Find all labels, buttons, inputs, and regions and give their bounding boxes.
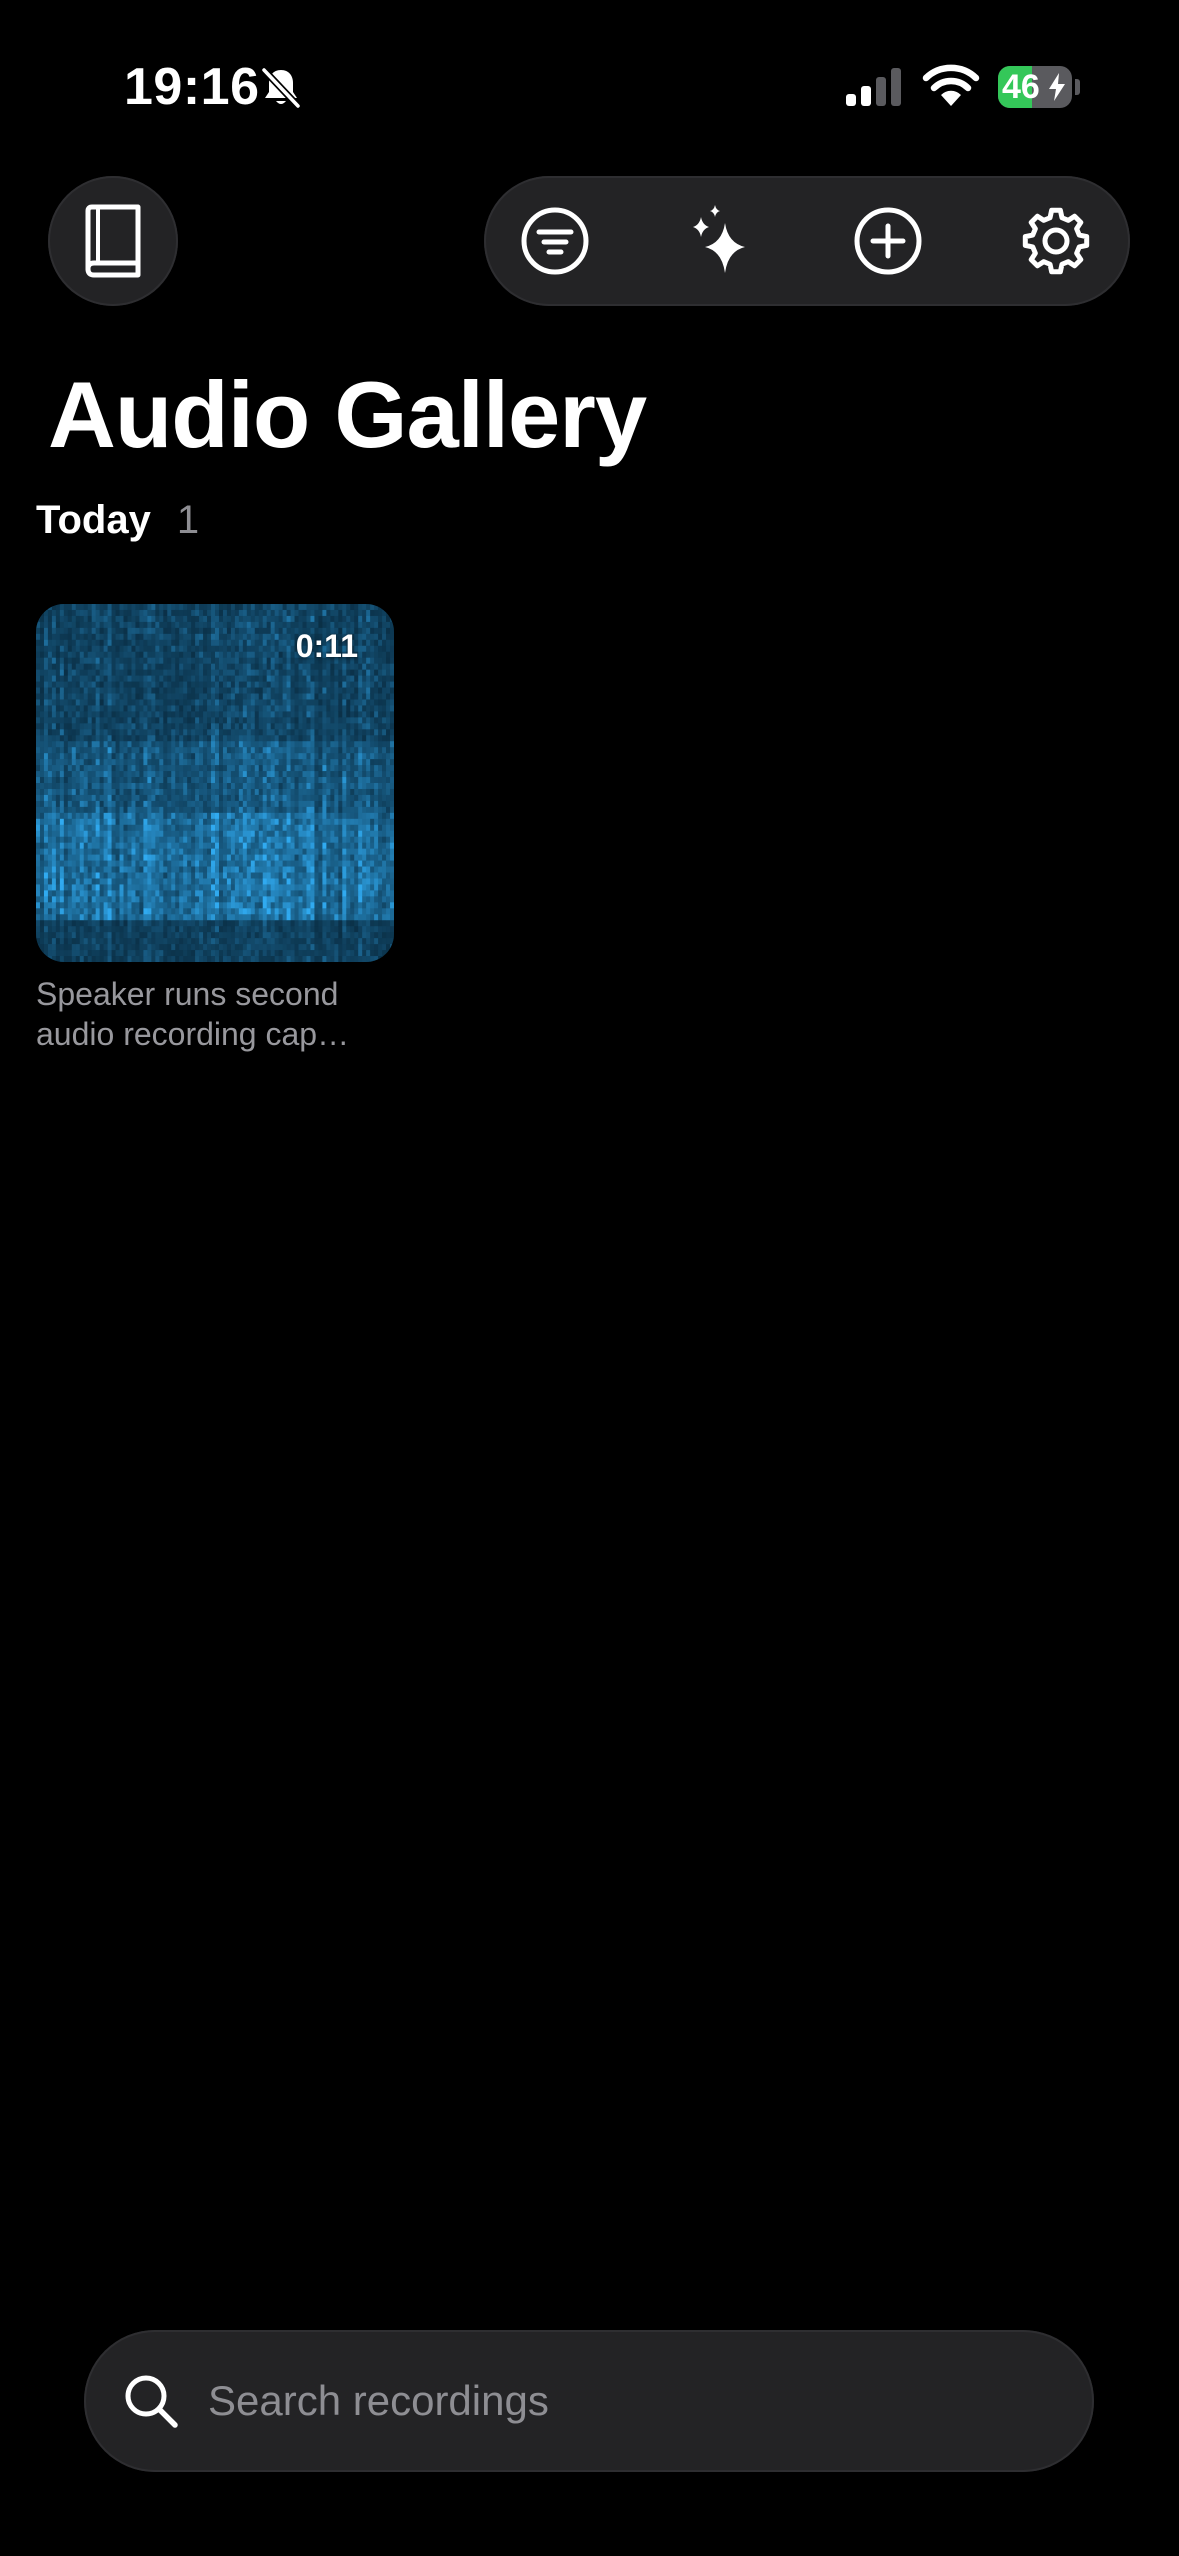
battery-body: 46 [998,66,1072,108]
status-bar: 19:16 46 [0,0,1179,170]
section-header-today: Today 1 [36,492,199,548]
section-count: 1 [176,497,200,542]
book-icon [85,204,141,278]
library-button[interactable] [48,176,178,306]
sparkles-icon [693,205,745,273]
filter-icon [521,207,589,275]
search-bar[interactable] [84,2330,1094,2472]
spectrogram-thumbnail[interactable]: 0:11 [36,604,394,962]
page-title: Audio Gallery [48,362,647,467]
search-icon [125,2375,178,2428]
wifi-icon [922,64,980,106]
filter-button[interactable] [505,191,605,291]
recording-caption: Speaker runs second audio recording cap… [36,976,350,1052]
settings-button[interactable] [1006,191,1106,291]
bolt-icon [1049,73,1065,101]
ai-sparkles-button[interactable] [671,191,771,291]
cellular-signal-icon [846,68,901,106]
duration-label: 0:11 [295,628,358,664]
status-time: 19:16 [124,58,260,116]
search-input[interactable] [204,2330,1058,2472]
battery-cap [1075,79,1080,95]
top-toolbar [484,176,1130,306]
add-button[interactable] [838,191,938,291]
recording-card[interactable]: 0:11 Speaker runs second audio recording… [36,604,394,1054]
bell-slash-icon [260,66,302,110]
add-circle-icon [854,207,922,275]
battery-level: 46 [1002,68,1040,106]
battery-charging-icon: 46 [998,66,1080,108]
section-label: Today [36,497,151,542]
gear-icon [1022,207,1090,275]
